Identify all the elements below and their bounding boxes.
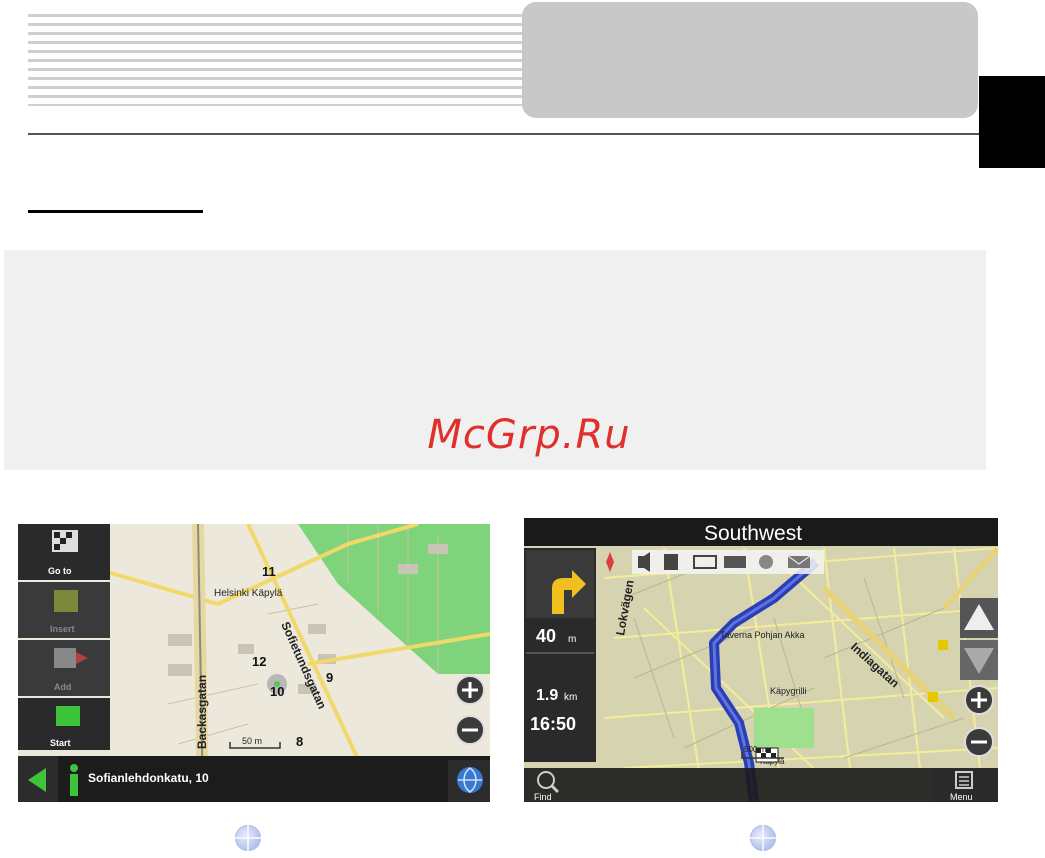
satellite-icon xyxy=(759,555,773,569)
phone-icon xyxy=(664,554,678,570)
globe-bullet-right xyxy=(750,825,776,851)
globe-bullet-left xyxy=(235,825,261,851)
distance-unit: m xyxy=(568,634,576,645)
house-number: 12 xyxy=(252,654,266,669)
maneuver-panel: 40 m 1.9 km 16:50 xyxy=(524,548,596,762)
scale-label: 500 m xyxy=(744,745,767,754)
section-underline xyxy=(28,210,203,213)
address-label: Sofianlehdonkatu, 10 xyxy=(88,771,209,785)
time-label: 16:50 xyxy=(530,714,576,734)
watermark: McGrp.Ru xyxy=(427,412,631,458)
remaining-value: 1.9 xyxy=(536,687,558,704)
header-stripes xyxy=(28,14,528,106)
scroll-up-button[interactable] xyxy=(960,598,998,638)
info-icon xyxy=(70,764,78,796)
direction-label: Southwest xyxy=(704,522,802,545)
poi-label: Helsinki Käpylä xyxy=(214,588,283,599)
house-number: 8 xyxy=(296,734,303,749)
zoom-in-icon[interactable] xyxy=(455,675,485,705)
chapter-tab xyxy=(979,76,1045,168)
insert-button[interactable]: Insert xyxy=(18,582,110,638)
scroll-down-button[interactable] xyxy=(960,640,998,680)
mail-icon xyxy=(787,555,811,568)
house-number: 11 xyxy=(262,564,276,579)
zoom-out-icon[interactable] xyxy=(964,727,994,757)
add-label: Add xyxy=(54,682,72,692)
remaining-unit: km xyxy=(564,692,577,703)
zoom-in-icon[interactable] xyxy=(964,685,994,715)
start-button[interactable]: Start xyxy=(18,698,110,750)
header-box xyxy=(522,2,978,118)
scale-label: 50 m xyxy=(242,736,262,746)
distance-value: 40 xyxy=(536,626,556,646)
status-icons xyxy=(606,550,824,574)
add-button[interactable]: Add xyxy=(18,640,110,696)
globe-icon[interactable] xyxy=(448,760,490,802)
map-screenshot-right: Lokvägen Indiagatan Taverna Pohjan Akka … xyxy=(524,518,998,802)
start-label: Start xyxy=(50,738,71,748)
go-to-button[interactable]: Go to xyxy=(18,524,110,580)
menu-button[interactable]: Menu xyxy=(932,768,998,802)
map-screenshot-left: Backasgatan Sofietundsgatan Helsinki Käp… xyxy=(18,524,490,802)
gps-icon xyxy=(724,556,746,568)
find-label: Find xyxy=(534,792,552,802)
back-arrow-icon[interactable] xyxy=(18,756,58,802)
zoom-out-icon[interactable] xyxy=(455,715,485,745)
house-number: 10 xyxy=(270,684,284,699)
street-label-backasgatan: Backasgatan xyxy=(195,675,209,749)
house-number: 9 xyxy=(326,670,333,685)
poi-label: Käpygrilli xyxy=(770,686,807,696)
header-rule xyxy=(28,133,980,135)
go-to-label: Go to xyxy=(48,566,72,576)
poi-label: Taverna Pohjan Akka xyxy=(720,630,805,640)
insert-label: Insert xyxy=(50,624,75,634)
menu-label: Menu xyxy=(950,792,973,802)
